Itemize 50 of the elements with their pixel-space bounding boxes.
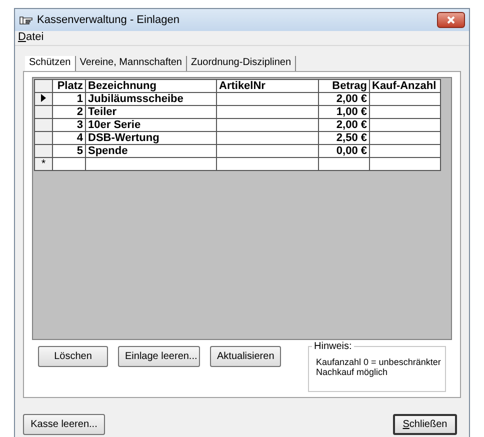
table-cell: 5 bbox=[52, 144, 86, 158]
hint-title: Hinweis: bbox=[312, 341, 354, 352]
row-header[interactable] bbox=[34, 132, 52, 144]
close-icon bbox=[447, 16, 455, 24]
column-header[interactable]: Betrag bbox=[318, 80, 370, 92]
table-cell bbox=[370, 92, 440, 106]
table-cell: Jubiläumsscheibe bbox=[86, 92, 216, 106]
table-cell: 10er Serie bbox=[86, 118, 216, 132]
table-cell bbox=[318, 158, 370, 170]
window-title: Kassenverwaltung - Einlagen bbox=[37, 14, 180, 26]
table-cell: 0,00 € bbox=[318, 144, 370, 158]
table-cell: Teiler bbox=[86, 106, 216, 118]
table-cell bbox=[370, 106, 440, 118]
row-header[interactable] bbox=[34, 106, 52, 118]
table-cell: 4 bbox=[52, 132, 86, 144]
row-header[interactable] bbox=[34, 144, 52, 158]
action-button[interactable]: Löschen bbox=[38, 346, 108, 367]
row-header[interactable] bbox=[34, 92, 52, 106]
table-cell bbox=[52, 158, 86, 170]
hand-pointer-icon bbox=[19, 15, 33, 25]
action-button[interactable]: Aktualisieren bbox=[210, 346, 282, 367]
table-cell bbox=[370, 158, 440, 170]
table-cell bbox=[370, 118, 440, 132]
column-header[interactable]: Platz bbox=[52, 80, 86, 92]
table-cell: 2,00 € bbox=[318, 118, 370, 132]
footer-button[interactable]: Schließen bbox=[393, 414, 457, 435]
hint-text: Kaufanzahl 0 = unbeschränkter Nachkauf möglich bbox=[316, 357, 441, 377]
footer-button[interactable]: Kasse leeren... bbox=[23, 414, 105, 435]
table-cell: 2,00 € bbox=[318, 92, 370, 106]
table-cell: 3 bbox=[52, 118, 86, 132]
current-row-icon bbox=[41, 94, 46, 102]
tab[interactable]: Vereine, Mannschaften bbox=[76, 56, 187, 71]
action-button[interactable]: Einlage leeren... bbox=[118, 346, 200, 367]
table-cell: 1,00 € bbox=[318, 106, 370, 118]
column-header[interactable]: Bezeichnung bbox=[86, 80, 216, 92]
table-cell: Spende bbox=[86, 144, 216, 158]
column-header[interactable]: Kauf-Anzahl bbox=[370, 80, 440, 92]
table-cell: DSB-Wertung bbox=[86, 132, 216, 144]
close-button[interactable] bbox=[437, 12, 465, 28]
menu-item[interactable]: Datei bbox=[18, 31, 44, 45]
table-cell bbox=[370, 144, 440, 158]
row-header[interactable] bbox=[34, 118, 52, 132]
table-cell: 2,50 € bbox=[318, 132, 370, 144]
table-cell: 2 bbox=[52, 106, 86, 118]
row-header-corner bbox=[34, 80, 52, 92]
table-cell: 1 bbox=[52, 92, 86, 106]
row-header[interactable]: * bbox=[34, 158, 52, 170]
column-header[interactable]: ArtikelNr bbox=[216, 80, 318, 92]
tab[interactable]: Schützen bbox=[25, 56, 76, 71]
table-cell bbox=[370, 132, 440, 144]
